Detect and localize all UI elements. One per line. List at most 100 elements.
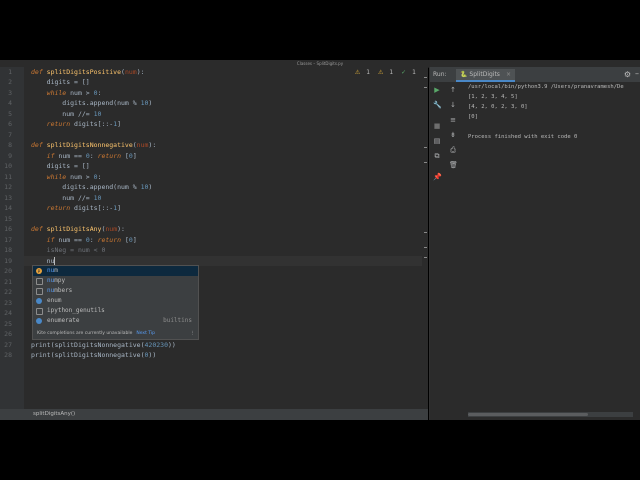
print-icon[interactable]: ⎙ <box>449 146 457 154</box>
completion-item[interactable]: ipython_genutils <box>33 306 198 316</box>
line-number: 13 <box>4 194 12 202</box>
trash-icon[interactable]: 🗑 <box>449 161 458 169</box>
line-number: 7 <box>8 131 12 139</box>
error-stripe-mark[interactable] <box>424 247 427 248</box>
warning-icon[interactable]: ⚠ <box>355 69 360 76</box>
check-icon[interactable]: ✓ <box>401 69 406 76</box>
completion-label: m <box>54 267 58 274</box>
code-line-11[interactable]: while num > 0: <box>31 172 102 182</box>
line-number: 11 <box>4 173 12 181</box>
code-line-28[interactable]: print(splitDigitsNonnegative(0)) <box>31 350 156 360</box>
gear-icon[interactable]: ⚙ <box>624 70 631 79</box>
stop-icon[interactable]: ■ <box>433 122 441 130</box>
line-number: 17 <box>4 236 12 244</box>
editor-scrollbar[interactable] <box>422 67 428 409</box>
line-number: 16 <box>4 225 12 233</box>
window-title: Classes – SplitDigits.py <box>296 61 344 66</box>
error-stripe-mark[interactable] <box>424 147 427 148</box>
class-icon <box>36 318 42 324</box>
pin-icon[interactable]: 📌 <box>433 173 442 181</box>
wrench-icon[interactable]: 🔧 <box>433 101 442 109</box>
error-stripe-mark[interactable] <box>424 77 427 78</box>
error-stripe-mark[interactable] <box>424 162 427 163</box>
error-stripe-mark[interactable] <box>424 232 427 233</box>
code-line-12[interactable]: digits.append(num % 10) <box>31 182 152 192</box>
error-stripe-mark[interactable] <box>424 87 427 88</box>
run-label: Run: <box>433 71 447 78</box>
code-line-1[interactable]: def splitDigitsPositive(num): <box>31 67 145 77</box>
console-line: [4, 2, 0, 2, 3, 0] <box>468 104 528 110</box>
run-console-output[interactable]: /usr/local/bin/python3.9 /Users/pranavra… <box>468 82 640 142</box>
code-line-9[interactable]: if num == 0: return [0] <box>31 151 137 161</box>
more-options-icon[interactable]: ⋮ <box>191 328 196 339</box>
code-editor[interactable]: ⚠ 1 ⚠ 1 ✓ 1 1 2 3 4 5 6 7 8 9 10 11 12 13 14 15 16 17 18 19 20… <box>0 67 428 409</box>
completion-item[interactable]: enum <box>33 296 198 306</box>
class-icon <box>36 308 43 315</box>
console-horizontal-scrollbar[interactable] <box>468 412 633 417</box>
line-number: 26 <box>4 330 12 338</box>
module-icon <box>36 288 43 295</box>
run-toolbar: ▶ 🔧 ■ ▤ ⧉ 📌 <box>430 82 444 182</box>
line-number: 24 <box>4 309 12 317</box>
module-icon <box>36 278 43 285</box>
console-line: Process finished with exit code 0 <box>468 134 578 140</box>
breadcrumb-item[interactable]: splitDigitsAny() <box>33 411 75 417</box>
code-line-3[interactable]: while num > 0: <box>31 88 102 98</box>
line-number: 20 <box>4 267 12 275</box>
line-number: 2 <box>8 78 12 86</box>
completion-label: mbers <box>54 287 73 294</box>
layout-icon[interactable]: ▤ <box>433 137 441 145</box>
parameter-icon: p <box>36 268 42 274</box>
line-number: 4 <box>8 99 12 107</box>
completion-item[interactable]: numbers <box>33 286 198 296</box>
code-line-2[interactable]: digits = [] <box>31 77 90 87</box>
run-tab-splitdigits[interactable]: 🐍 SplitDigits × <box>456 69 515 82</box>
up-arrow-icon[interactable]: ↑ <box>449 86 457 94</box>
close-icon[interactable]: × <box>506 71 511 78</box>
completion-label: enumerate <box>47 317 80 324</box>
down-arrow-icon[interactable]: ↓ <box>449 101 457 109</box>
inspection-widget[interactable]: ⚠ 1 ⚠ 1 ✓ 1 <box>349 69 416 76</box>
error-stripe-mark[interactable] <box>424 257 427 258</box>
line-number: 28 <box>4 351 12 359</box>
code-line-6[interactable]: return digits[::-1] <box>31 119 121 129</box>
line-number: 8 <box>8 141 12 149</box>
code-line-10[interactable]: digits = [] <box>31 161 90 171</box>
weak-warning-count: 1 <box>389 69 394 76</box>
line-number: 19 <box>4 257 12 265</box>
next-tip-link[interactable]: Next Tip <box>136 331 155 336</box>
rerun-icon[interactable]: ▶ <box>433 86 441 94</box>
code-line-13[interactable]: num //= 10 <box>31 193 101 203</box>
completion-footer-text: Kite completions are currently unavailab… <box>37 331 133 336</box>
soft-wrap-icon[interactable]: ≡ <box>449 116 457 124</box>
line-number: 21 <box>4 278 12 286</box>
breadcrumb[interactable]: splitDigitsAny() <box>0 409 428 420</box>
code-line-14[interactable]: return digits[::-1] <box>31 203 121 213</box>
line-number: 3 <box>8 89 12 97</box>
code-line-8[interactable]: def splitDigitsNonnegative(num): <box>31 140 156 150</box>
code-line-5[interactable]: num //= 10 <box>31 109 101 119</box>
ok-count: 1 <box>412 69 416 76</box>
weak-warning-icon[interactable]: ⚠ <box>378 69 383 76</box>
text-caret <box>54 257 56 265</box>
code-line-4[interactable]: digits.append(num % 10) <box>31 98 152 108</box>
line-number: 10 <box>4 162 12 170</box>
code-line-16[interactable]: def splitDigitsAny(num): <box>31 224 125 234</box>
run-tool-window: Run: 🐍 SplitDigits × ⚙ – ▶ 🔧 ■ ▤ ⧉ 📌 ↑ ↓ … <box>429 67 640 420</box>
scroll-end-icon[interactable]: ⇟ <box>449 131 457 139</box>
completion-item[interactable]: enumerate builtins <box>33 316 198 326</box>
restore-layout-icon[interactable]: ⧉ <box>433 152 441 160</box>
code-line-27[interactable]: print(splitDigitsNonnegative(420230)) <box>31 340 176 350</box>
console-line: [1, 2, 3, 4, 5] <box>468 94 518 100</box>
code-line-17[interactable]: if num == 0: return [0] <box>31 235 137 245</box>
completion-label: ipython_genutils <box>47 307 105 314</box>
completion-item[interactable]: p num <box>33 266 198 276</box>
code-line-18[interactable]: isNeg = num < 0 <box>31 245 106 255</box>
scrollbar-thumb[interactable] <box>468 413 588 416</box>
minimize-icon[interactable]: – <box>635 69 639 78</box>
line-number: 9 <box>8 152 12 160</box>
completion-item[interactable]: numpy <box>33 276 198 286</box>
completion-popup[interactable]: p num numpy numbers enum ipython_genutilsenum… <box>32 265 199 340</box>
line-number: 5 <box>8 110 12 118</box>
